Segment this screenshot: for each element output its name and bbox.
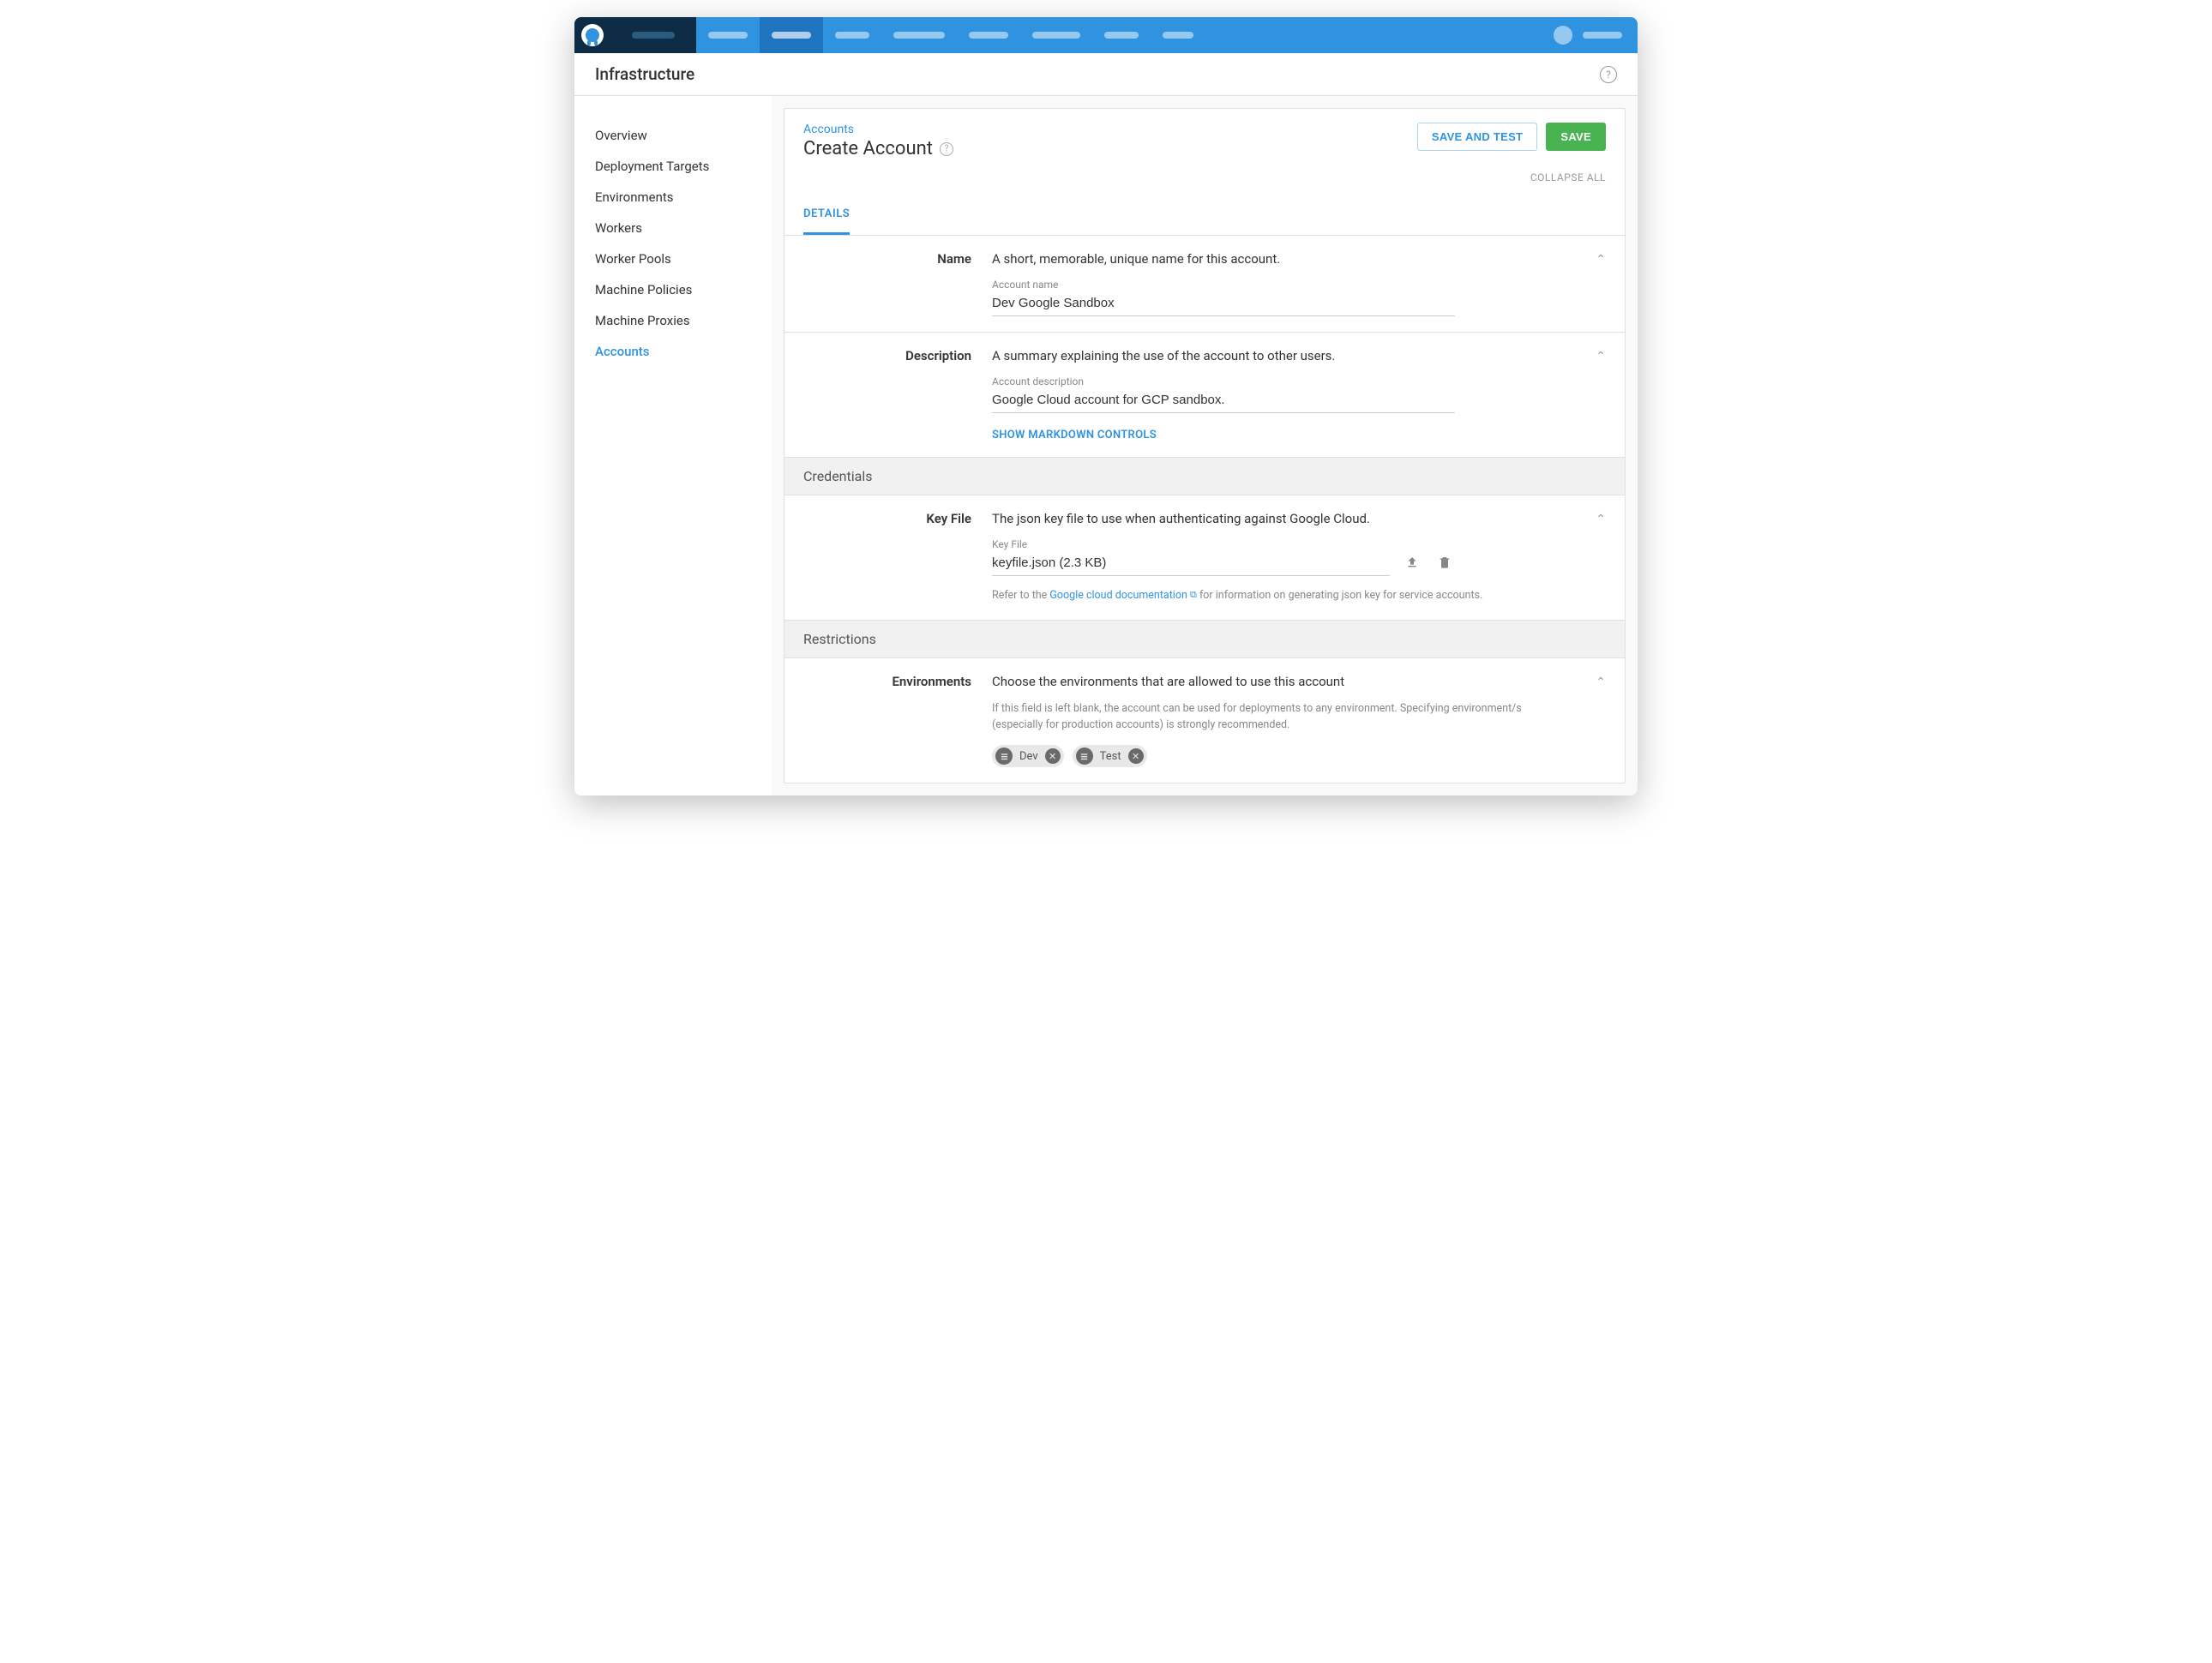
keyfile-input[interactable] <box>992 552 1390 576</box>
show-markdown-controls-link[interactable]: SHOW MARKDOWN CONTROLS <box>992 429 1157 441</box>
user-avatar[interactable] <box>1554 26 1572 45</box>
desc-description: A summary explaining the use of the acco… <box>992 348 1541 363</box>
app-window: Infrastructure ? Overview Deployment Tar… <box>574 17 1638 795</box>
nav-item-2-active[interactable] <box>760 17 823 53</box>
hint-environments: If this field is left blank, the account… <box>992 701 1541 734</box>
nav-right-item[interactable] <box>1583 32 1622 39</box>
sidebar-item-workers[interactable]: Workers <box>574 213 772 243</box>
input-label-name: Account name <box>992 279 1541 291</box>
external-link-icon: ⧉ <box>1190 588 1197 603</box>
main-area: Overview Deployment Targets Environments… <box>574 96 1638 795</box>
nav-item-6[interactable] <box>1020 17 1092 53</box>
input-label-keyfile: Key File <box>992 538 1390 550</box>
panel: Accounts Create Account ? SAVE AND TEST … <box>784 108 1626 783</box>
label-name: Name <box>803 251 992 316</box>
google-cloud-doc-link[interactable]: Google cloud documentation ⧉ <box>1049 589 1196 602</box>
sidebar-item-machine-policies[interactable]: Machine Policies <box>574 274 772 305</box>
tab-details[interactable]: DETAILS <box>803 197 850 235</box>
row-name: Name A short, memorable, unique name for… <box>784 236 1625 333</box>
collapse-keyfile-icon[interactable]: ⌃ <box>1596 513 1606 526</box>
tabs: DETAILS <box>784 197 1625 236</box>
row-environments: Environments Choose the environments tha… <box>784 658 1625 783</box>
title-help-icon[interactable]: ? <box>940 142 953 156</box>
desc-name: A short, memorable, unique name for this… <box>992 251 1541 267</box>
row-keyfile: Key File The json key file to use when a… <box>784 495 1625 621</box>
collapse-name-icon[interactable]: ⌃ <box>1596 253 1606 267</box>
nav-item-4[interactable] <box>881 17 957 53</box>
section-restrictions: Restrictions <box>784 621 1625 658</box>
upload-icon[interactable] <box>1402 552 1422 576</box>
save-button[interactable]: SAVE <box>1546 123 1606 151</box>
label-environments: Environments <box>803 674 992 768</box>
chip-label-test: Test <box>1098 750 1123 763</box>
content: Accounts Create Account ? SAVE AND TEST … <box>772 96 1638 795</box>
collapse-all-link[interactable]: COLLAPSE ALL <box>784 159 1625 190</box>
section-credentials: Credentials <box>784 458 1625 495</box>
chip-dev[interactable]: Dev ✕ <box>992 745 1064 767</box>
top-navbar <box>574 17 1638 53</box>
nav-item-7[interactable] <box>1092 17 1151 53</box>
environment-icon <box>1076 747 1093 765</box>
delete-icon[interactable] <box>1434 552 1455 576</box>
page-title: Infrastructure <box>595 64 694 84</box>
chip-remove-dev[interactable]: ✕ <box>1045 748 1061 764</box>
page-titlebar: Infrastructure ? <box>574 53 1638 96</box>
sidebar-item-overview[interactable]: Overview <box>574 120 772 151</box>
label-description: Description <box>803 348 992 441</box>
sidebar-item-deployment-targets[interactable]: Deployment Targets <box>574 151 772 182</box>
environment-chips: Dev ✕ Test ✕ <box>992 745 1541 767</box>
panel-header: Accounts Create Account ? SAVE AND TEST … <box>784 109 1625 159</box>
nav-item-8[interactable] <box>1151 17 1205 53</box>
desc-environments: Choose the environments that are allowed… <box>992 674 1541 689</box>
panel-title: Create Account ? <box>803 138 953 159</box>
environment-icon <box>995 747 1013 765</box>
nav-item-1[interactable] <box>696 17 760 53</box>
sidebar-item-machine-proxies[interactable]: Machine Proxies <box>574 305 772 336</box>
input-label-description: Account description <box>992 375 1541 387</box>
sidebar-item-worker-pools[interactable]: Worker Pools <box>574 243 772 274</box>
collapse-description-icon[interactable]: ⌃ <box>1596 350 1606 363</box>
nav-item-3[interactable] <box>823 17 881 53</box>
nav-segment-dark[interactable] <box>610 17 696 53</box>
sidebar: Overview Deployment Targets Environments… <box>574 96 772 795</box>
collapse-environments-icon[interactable]: ⌃ <box>1596 675 1606 689</box>
chip-test[interactable]: Test ✕ <box>1073 745 1147 767</box>
chip-remove-test[interactable]: ✕ <box>1128 748 1144 764</box>
row-description: Description A summary explaining the use… <box>784 333 1625 458</box>
nav-item-5[interactable] <box>957 17 1020 53</box>
breadcrumb-accounts[interactable]: Accounts <box>803 123 854 136</box>
hint-keyfile: Refer to the Google cloud documentation … <box>992 588 1541 604</box>
sidebar-item-environments[interactable]: Environments <box>574 182 772 213</box>
sidebar-item-accounts[interactable]: Accounts <box>574 336 772 367</box>
account-name-input[interactable] <box>992 292 1455 316</box>
help-icon[interactable]: ? <box>1600 66 1617 83</box>
account-description-input[interactable] <box>992 389 1455 413</box>
panel-title-text: Create Account <box>803 138 933 159</box>
desc-keyfile: The json key file to use when authentica… <box>992 511 1541 526</box>
save-and-test-button[interactable]: SAVE AND TEST <box>1417 123 1537 151</box>
label-keyfile: Key File <box>803 511 992 604</box>
chip-label-dev: Dev <box>1018 750 1040 763</box>
logo[interactable] <box>574 17 610 53</box>
